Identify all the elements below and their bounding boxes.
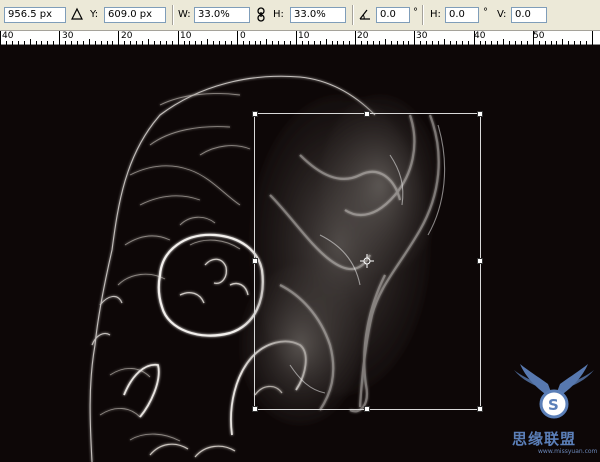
transform-handle-bottom-center[interactable] <box>364 406 370 412</box>
y-position-field[interactable]: 609.0 px <box>104 7 166 23</box>
width-label: W: <box>178 9 191 20</box>
delta-triangle-icon <box>71 7 83 20</box>
ruler-label: 40 <box>2 31 14 41</box>
height-label: H: <box>273 9 284 20</box>
ruler-label: 20 <box>121 31 133 41</box>
ruler-label: 30 <box>416 31 428 41</box>
ruler-label: 10 <box>180 31 192 41</box>
watermark-url: www.missyuan.com <box>538 448 598 455</box>
watermark-logo: S 思缘联盟 www.missyuan.com <box>508 360 600 460</box>
skew-horizontal-field[interactable]: 0.0 <box>445 7 479 23</box>
width-field[interactable]: 33.0% <box>194 7 250 23</box>
ruler-label: 20 <box>357 31 369 41</box>
transform-handle-top-left[interactable] <box>252 111 258 117</box>
transform-handle-bottom-left[interactable] <box>252 406 258 412</box>
skew-v-label: V: <box>497 9 507 20</box>
transform-handle-middle-right[interactable] <box>477 258 483 264</box>
link-chain-icon[interactable] <box>256 7 266 23</box>
toolbar-divider <box>422 5 424 25</box>
degree-symbol: ° <box>483 7 488 18</box>
transform-handle-bottom-right[interactable] <box>477 406 483 412</box>
ruler-label: 0 <box>240 31 246 41</box>
ruler-label: 10 <box>298 31 310 41</box>
toolbar-divider <box>172 5 174 25</box>
height-field[interactable]: 33.0% <box>290 7 346 23</box>
horizontal-ruler[interactable]: 40 30 20 10 0 10 20 30 40 50 <box>0 31 600 45</box>
svg-text:S: S <box>548 396 559 414</box>
watermark-text: 思缘联盟 <box>512 430 577 448</box>
y-label: Y: <box>90 9 99 20</box>
degree-symbol: ° <box>413 7 418 18</box>
skew-vertical-field[interactable]: 0.0 <box>511 7 547 23</box>
ruler-label: 30 <box>62 31 74 41</box>
x-position-field[interactable]: 956.5 px <box>4 7 66 23</box>
winged-logo-icon: S <box>514 364 594 419</box>
transform-handle-middle-left[interactable] <box>252 258 258 264</box>
transform-handle-top-right[interactable] <box>477 111 483 117</box>
transform-options-bar: 956.5 px Y: 609.0 px W: 33.0% H: 33.0% 0… <box>0 0 600 31</box>
transform-handle-top-center[interactable] <box>364 111 370 117</box>
angle-icon <box>359 9 370 20</box>
ruler-label: 50 <box>533 31 545 41</box>
skew-h-label: H: <box>430 9 441 20</box>
ruler-label: 40 <box>474 31 486 41</box>
toolbar-divider <box>352 5 354 25</box>
rotation-angle-field[interactable]: 0.0 <box>376 7 410 23</box>
